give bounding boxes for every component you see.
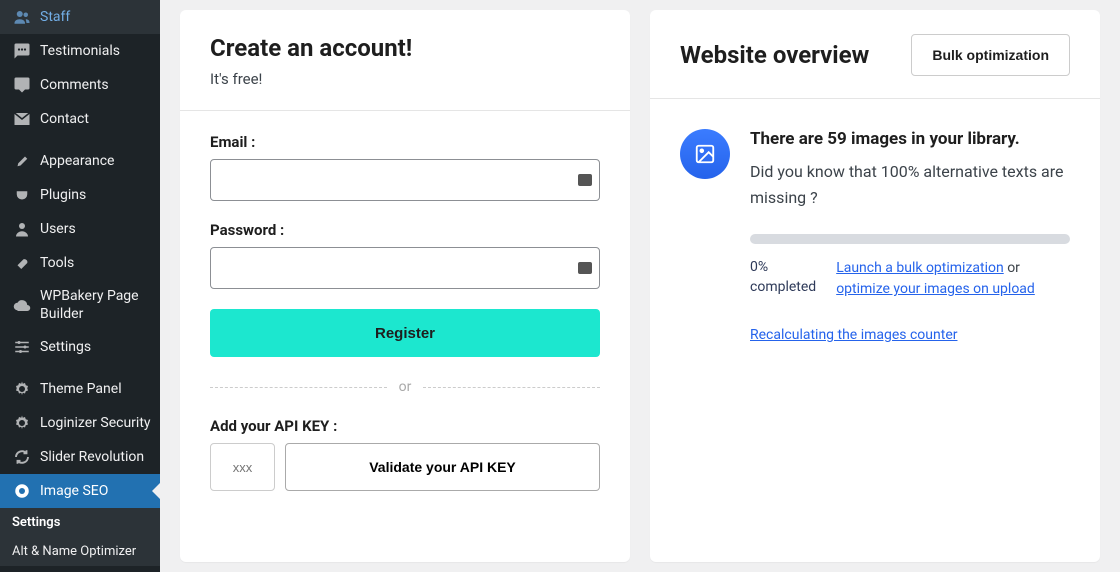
gear-icon [12, 379, 32, 399]
sidebar-item-appearance[interactable]: Appearance [0, 144, 160, 178]
create-account-title: Create an account! [210, 34, 600, 62]
admin-sidebar: Staff Testimonials Comments Contact Appearan… [0, 0, 160, 572]
sliders-icon [12, 337, 32, 357]
sidebar-label: Users [40, 220, 76, 238]
keyboard-icon [578, 174, 592, 186]
submenu-item-alt-name-optimizer[interactable]: Alt & Name Optimizer [0, 537, 160, 566]
sidebar-item-slider-revolution[interactable]: Slider Revolution [0, 440, 160, 474]
overview-body: There are 59 images in your library. Did… [680, 99, 1070, 343]
sidebar-label: Plugins [40, 186, 86, 204]
sidebar-label: Image SEO [40, 482, 108, 500]
create-account-subtitle: It's free! [210, 70, 600, 88]
sidebar-item-wpbakery-page-builder[interactable]: WPBakery Page Builder [0, 280, 160, 330]
overview-text: There are 59 images in your library. Did… [750, 129, 1070, 343]
sidebar-label: Appearance [40, 152, 114, 170]
plug-icon [12, 185, 32, 205]
submenu-item-settings[interactable]: Settings [0, 508, 160, 537]
api-key-row: Validate your API KEY [210, 443, 600, 491]
optimize-upload-link[interactable]: optimize your images on upload [836, 281, 1035, 297]
sidebar-label: Loginizer Security [40, 414, 151, 432]
or-text-2: or [1004, 260, 1020, 276]
refresh-icon [12, 447, 32, 467]
cloud-icon [12, 295, 32, 315]
register-button[interactable]: Register [210, 309, 600, 357]
email-input-wrap [210, 159, 600, 201]
sidebar-item-loginizer-security[interactable]: Loginizer Security [0, 406, 160, 440]
sidebar-label: Settings [40, 338, 91, 356]
progress-bar [750, 234, 1070, 244]
or-text: or [387, 379, 424, 395]
comment-icon [12, 75, 32, 95]
sidebar-label: Testimonials [40, 42, 120, 60]
sidebar-label: Staff [40, 8, 70, 26]
main-content: Create an account! It's free! Email : Pa… [160, 0, 1120, 572]
submenu: SettingsAlt & Name Optimizer [0, 508, 160, 566]
pct-value: 0% [750, 259, 768, 275]
eye-icon [12, 481, 32, 501]
password-input-wrap [210, 247, 600, 289]
sidebar-item-tools[interactable]: Tools [0, 246, 160, 280]
sidebar-item-staff[interactable]: Staff [0, 0, 160, 34]
sidebar-item-contact[interactable]: Contact [0, 102, 160, 136]
chat-icon [12, 41, 32, 61]
sidebar-item-theme-panel[interactable]: Theme Panel [0, 372, 160, 406]
progress-row: 0% completed Launch a bulk optimization … [750, 258, 1070, 300]
overview-title: Website overview [680, 41, 869, 69]
sidebar-label: WPBakery Page Builder [40, 287, 152, 323]
launch-bulk-link[interactable]: Launch a bulk optimization [836, 260, 1004, 276]
password-label: Password : [210, 221, 600, 239]
sidebar-item-settings[interactable]: Settings [0, 330, 160, 364]
brush-icon [12, 151, 32, 171]
password-input[interactable] [210, 247, 600, 289]
sidebar-item-comments[interactable]: Comments [0, 68, 160, 102]
progress-percentage: 0% completed [750, 258, 816, 300]
overview-header: Website overview Bulk optimization [650, 34, 1100, 99]
user-icon [12, 219, 32, 239]
sidebar-label: Tools [40, 254, 74, 272]
sidebar-item-plugins[interactable]: Plugins [0, 178, 160, 212]
gear-icon [12, 413, 32, 433]
divider-line [180, 110, 630, 111]
mail-icon [12, 109, 32, 129]
email-input[interactable] [210, 159, 600, 201]
sidebar-item-users[interactable]: Users [0, 212, 160, 246]
api-key-input[interactable] [210, 443, 275, 491]
sidebar-label: Comments [40, 76, 109, 94]
image-icon [680, 129, 730, 179]
sidebar-label: Theme Panel [40, 380, 122, 398]
or-divider: or [210, 379, 600, 395]
overview-heading: There are 59 images in your library. [750, 129, 1070, 149]
sidebar-label: Slider Revolution [40, 448, 144, 466]
keyboard-icon [578, 262, 592, 274]
create-account-card: Create an account! It's free! Email : Pa… [180, 10, 630, 562]
sidebar-label: Contact [40, 110, 89, 128]
progress-links: Launch a bulk optimization or optimize y… [836, 258, 1070, 300]
overview-paragraph: Did you know that 100% alternative texts… [750, 159, 1070, 210]
wrench-icon [12, 253, 32, 273]
recalculate-link[interactable]: Recalculating the images counter [750, 327, 958, 343]
sidebar-item-testimonials[interactable]: Testimonials [0, 34, 160, 68]
email-label: Email : [210, 133, 600, 151]
pct-label: completed [750, 279, 816, 295]
people-icon [12, 7, 32, 27]
bulk-optimization-button[interactable]: Bulk optimization [911, 34, 1070, 76]
sidebar-item-image-seo[interactable]: Image SEO [0, 474, 160, 508]
validate-api-button[interactable]: Validate your API KEY [285, 443, 600, 491]
api-key-label: Add your API KEY : [210, 417, 600, 435]
website-overview-card: Website overview Bulk optimization There… [650, 10, 1100, 562]
